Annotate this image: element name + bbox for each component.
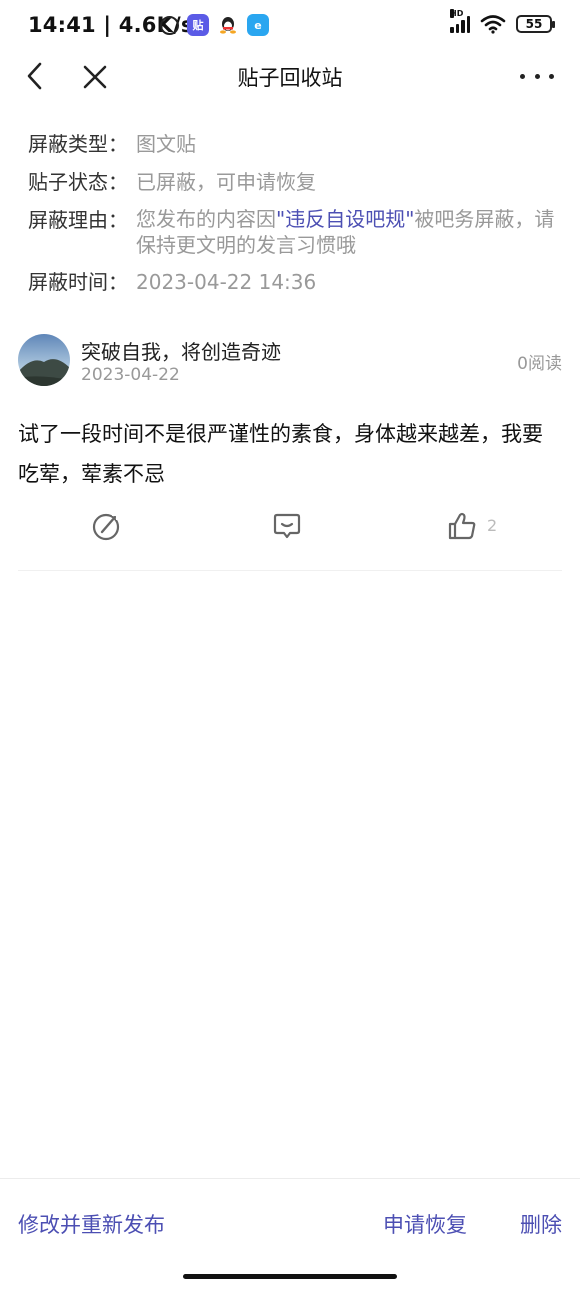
apply-restore-button[interactable]: 申请恢复 [383, 1209, 467, 1239]
page-title: 贴子回收站 [237, 66, 343, 90]
type-value: 图文贴 [136, 132, 196, 156]
info-row-time: 屏蔽时间： 2023-04-22 14:36 [28, 268, 558, 296]
post-actions: 2 [18, 508, 562, 548]
status-bar: 14:41 | 4.6K/s 贴 e HD 55 [0, 0, 580, 52]
alarm-icon [160, 15, 179, 35]
home-indicator[interactable] [183, 1274, 397, 1279]
reason-prefix: 您发布的内容因 [136, 207, 276, 231]
info-row-status: 贴子状态： 已屏蔽，可申请恢复 [28, 168, 558, 196]
e-icon: e [247, 14, 269, 36]
post-content: 试了一段时间不是很严谨性的素食，身体越来越差，我要吃荤，荤素不忌 [18, 422, 543, 486]
divider [18, 570, 562, 571]
battery-icon: 55 [516, 15, 555, 33]
status-value: 已屏蔽，可申请恢复 [136, 170, 316, 194]
reason-label: 屏蔽理由： [28, 208, 128, 232]
edit-republish-button[interactable]: 修改并重新发布 [18, 1209, 165, 1239]
hd-tag: HD [450, 9, 464, 18]
system-status: HD 55 [450, 9, 555, 34]
time-label: 屏蔽时间： [28, 270, 128, 294]
delete-button[interactable]: 删除 [520, 1209, 562, 1239]
notification-icons: 贴 e [160, 14, 269, 36]
author-name[interactable]: 突破自我，将创造奇迹 [81, 336, 281, 365]
avatar[interactable] [18, 334, 70, 386]
like-count: 2 [487, 516, 498, 535]
reason-value: 您发布的内容因"违反自设吧规"被吧务屏蔽，请保持更文明的发言习惯哦 [136, 206, 558, 258]
like-icon[interactable] [446, 510, 478, 542]
bottom-action-bar: 修改并重新发布 申请恢复 删除 [0, 1178, 580, 1289]
rule-link[interactable]: "违反自设吧规" [276, 207, 414, 231]
info-row-type: 屏蔽类型： 图文贴 [28, 130, 558, 158]
separator: | [103, 13, 119, 37]
clock-text: 14:41 [28, 13, 96, 37]
battery-level: 55 [525, 17, 543, 31]
time-value: 2023-04-22 14:36 [136, 270, 317, 294]
post-date: 2023-04-22 [81, 365, 180, 385]
block-info: 屏蔽类型： 图文贴 贴子状态： 已屏蔽，可申请恢复 屏蔽理由： 您发布的内容因"… [28, 130, 558, 306]
wifi-icon [480, 15, 506, 34]
comment-icon[interactable] [271, 510, 303, 542]
share-icon[interactable] [90, 510, 122, 542]
read-count: 0阅读 [517, 354, 562, 374]
info-row-reason: 屏蔽理由： 您发布的内容因"违反自设吧规"被吧务屏蔽，请保持更文明的发言习惯哦 [28, 206, 558, 258]
signal-icon: HD [450, 9, 470, 33]
more-icon[interactable] [520, 62, 554, 90]
qq-icon [217, 14, 239, 36]
tieba-icon: 贴 [187, 14, 209, 36]
type-label: 屏蔽类型： [28, 132, 128, 156]
nav-bar: 贴子回收站 [0, 52, 580, 100]
status-label: 贴子状态： [28, 170, 128, 194]
